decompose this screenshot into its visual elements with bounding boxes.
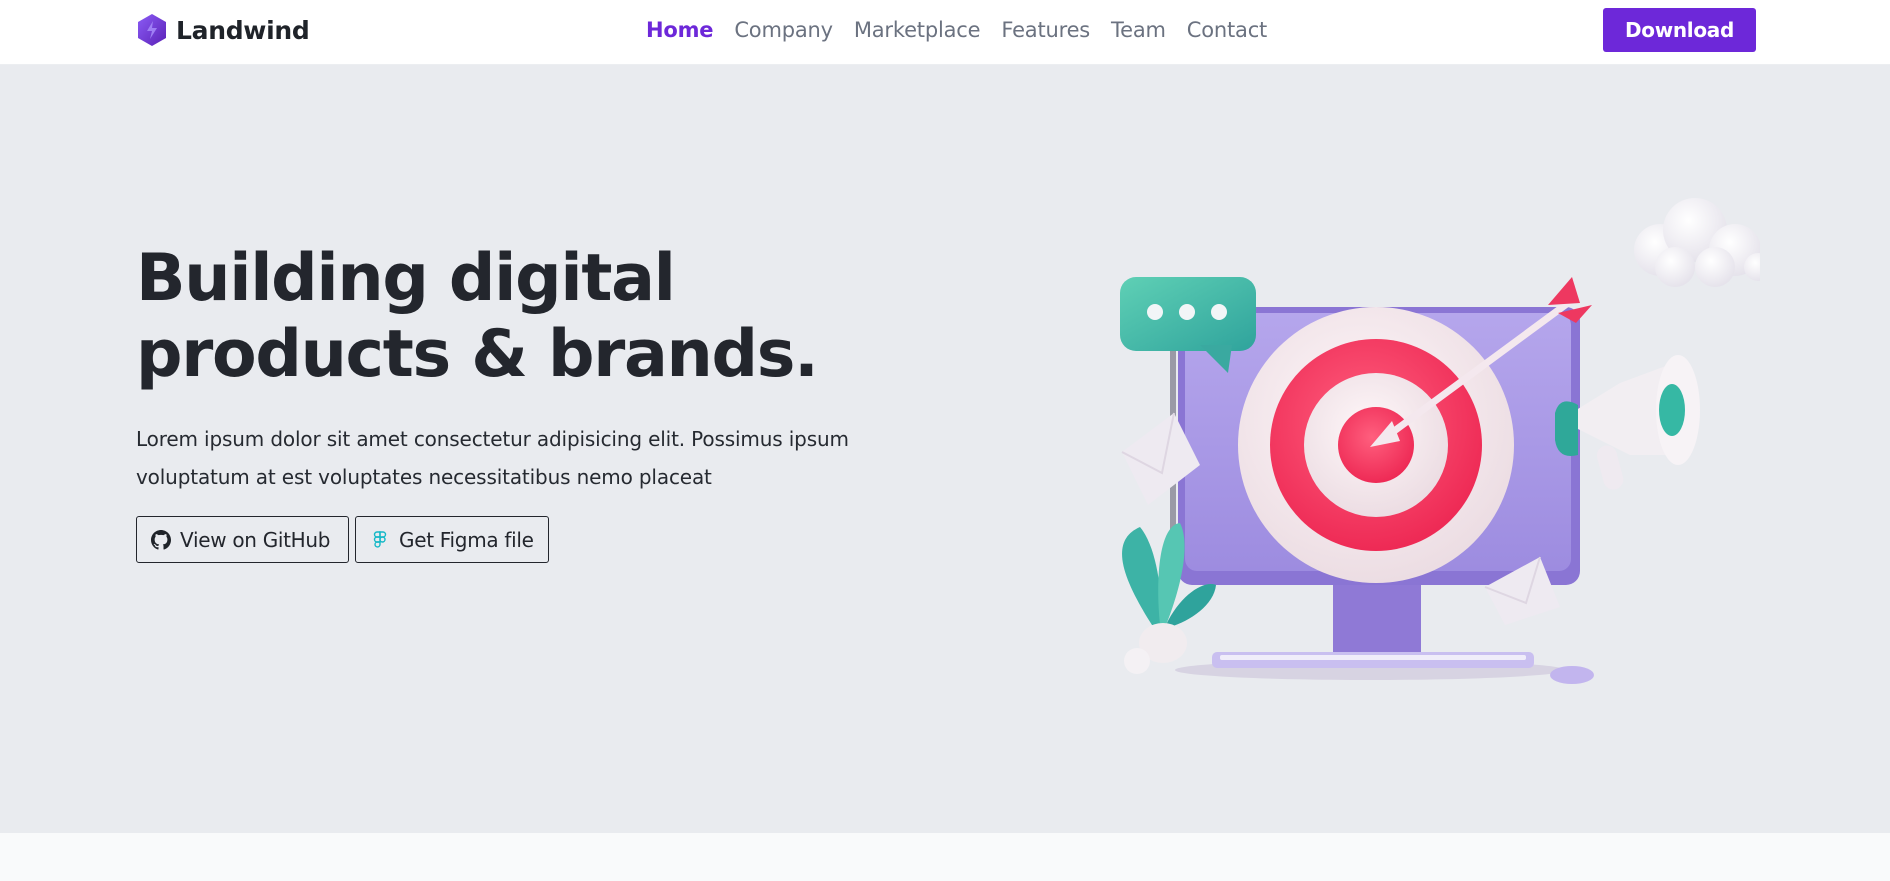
figma-button[interactable]: Get Figma file bbox=[355, 516, 549, 563]
nav-link-features[interactable]: Features bbox=[1001, 16, 1090, 44]
nav-link-home[interactable]: Home bbox=[646, 16, 714, 44]
github-icon bbox=[151, 529, 171, 550]
nav-link-team[interactable]: Team bbox=[1111, 16, 1166, 44]
cloud-icon bbox=[1634, 198, 1760, 287]
figma-button-label: Get Figma file bbox=[399, 527, 534, 552]
hero-title: Building digital products & brands. bbox=[136, 241, 819, 392]
hero-description: Lorem ipsum dolor sit amet consectetur a… bbox=[136, 427, 849, 489]
nav-link-company[interactable]: Company bbox=[734, 16, 833, 44]
github-button-label: View on GitHub bbox=[180, 527, 331, 552]
nav-link-marketplace[interactable]: Marketplace bbox=[854, 16, 981, 44]
target-monitor-illustration bbox=[1120, 198, 1760, 684]
hero-buttons: View on GitHub Get Figma file bbox=[136, 516, 549, 563]
brand-link[interactable]: Landwind bbox=[136, 12, 310, 48]
main-nav: Home Company Marketplace Features Team C… bbox=[646, 16, 1267, 44]
next-section-strip bbox=[0, 833, 1890, 881]
figma-icon bbox=[373, 530, 387, 548]
navbar: Landwind Home Company Marketplace Featur… bbox=[0, 0, 1890, 65]
download-button[interactable]: Download bbox=[1603, 8, 1756, 52]
hexagon-bolt-icon bbox=[138, 14, 166, 46]
nav-link-contact[interactable]: Contact bbox=[1187, 16, 1268, 44]
brand-name: Landwind bbox=[176, 15, 310, 45]
hero-section: Building digital products & brands. Lore… bbox=[0, 65, 1890, 833]
github-button[interactable]: View on GitHub bbox=[136, 516, 349, 563]
